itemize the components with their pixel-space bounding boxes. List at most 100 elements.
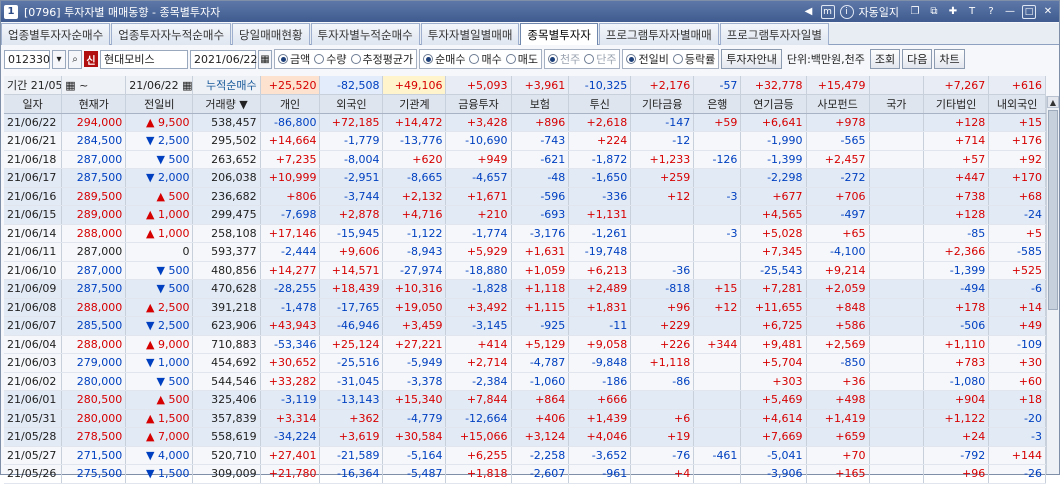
date-cell: 21/06/08 — [4, 298, 63, 317]
tab-2[interactable]: 업종투자자누적순매수 — [111, 23, 232, 45]
column-header[interactable]: 국가 — [869, 94, 925, 114]
stock-code-input[interactable]: 012330 — [4, 49, 50, 69]
table-row[interactable]: 21/06/14 288,000 ▲ 1,000 258,108 +17,146 -15,… — [4, 224, 1046, 243]
close-icon[interactable]: ✕ — [1041, 5, 1055, 19]
value-cell: +5 — [988, 224, 1046, 243]
table-row[interactable]: 21/06/17 287,500 ▼ 2,000 206,038 +10,999 -2,9… — [4, 168, 1046, 188]
calendar-icon[interactable]: ▦ ~ — [65, 79, 88, 92]
search-icon[interactable]: ⌕ — [68, 49, 82, 69]
table-row[interactable]: 21/06/01 280,500 ▲ 500 325,406 -3,119 -13,143… — [4, 390, 1046, 410]
column-header[interactable]: 내외국인 — [988, 94, 1046, 114]
radio-option[interactable]: 금액 — [278, 51, 310, 67]
column-header[interactable]: 기관계 — [382, 94, 447, 114]
calendar-icon[interactable]: ▦ — [179, 79, 192, 92]
column-header[interactable]: 금융투자 — [445, 94, 512, 114]
copy-icon[interactable]: ❐ — [908, 5, 922, 19]
tab-5[interactable]: 투자자별일별매매 — [420, 23, 520, 45]
maximize-icon[interactable]: □ — [1022, 4, 1036, 19]
down-arrow-icon: ▼ — [156, 282, 169, 296]
menu-box-icon[interactable]: m — [820, 4, 835, 19]
radio-option[interactable]: 등락률 — [672, 51, 715, 67]
date-cell: 21/06/21 — [4, 131, 63, 151]
autosave-label[interactable]: 자동일지 — [859, 4, 899, 20]
tab-7[interactable]: 프로그램투자자별매매 — [598, 23, 719, 45]
minimize-icon[interactable]: — — [1003, 5, 1017, 19]
date-input[interactable]: 2021/06/22 — [190, 49, 257, 69]
column-header[interactable]: 기타법인 — [923, 94, 990, 114]
radio-option[interactable]: 수량 — [314, 51, 347, 67]
change-cell: ▲ 7,000 — [125, 427, 194, 447]
change-value: 7,000 — [157, 430, 190, 444]
radio-option[interactable]: 전일비 — [626, 51, 669, 67]
table-row[interactable]: 21/05/26 275,500 ▼ 1,500 309,009 +21,780 -16,… — [4, 464, 1046, 484]
investor-guide-button[interactable]: 투자자안내 — [721, 49, 782, 69]
column-header[interactable]: 사모펀드 — [806, 94, 870, 114]
radio-option[interactable]: 매수 — [469, 51, 502, 67]
help-icon[interactable]: ? — [984, 5, 998, 19]
dropdown-icon[interactable]: ▾ — [52, 49, 66, 69]
value-cell: +10,999 — [260, 168, 321, 188]
link-icon[interactable]: ⧉ — [927, 5, 941, 19]
table-row[interactable]: 21/06/08 288,000 ▲ 2,500 391,218 -1,478 -17,7… — [4, 298, 1046, 317]
stock-name-field[interactable]: 현대모비스 — [100, 49, 188, 69]
table-row[interactable]: 21/06/04 288,000 ▲ 9,000 710,883 -53,346 +25,… — [4, 335, 1046, 354]
column-header[interactable]: 거래량 ▼ — [192, 94, 261, 114]
change-value: 1,500 — [157, 411, 190, 425]
next-button[interactable]: 다음 — [902, 49, 933, 69]
radio-option[interactable]: 매도 — [505, 51, 538, 67]
period-from-input[interactable]: 21/05/22 — [27, 79, 61, 92]
change-cell: ▼ 2,500 — [125, 316, 194, 336]
value-cell: +170 — [988, 168, 1046, 188]
column-header[interactable]: 전일비 — [125, 94, 194, 114]
table-row[interactable]: 21/05/27 271,500 ▼ 4,000 520,710 +27,401 -21,… — [4, 446, 1046, 465]
table-row[interactable]: 21/05/31 280,000 ▲ 1,500 357,839 +3,314 +362-… — [4, 409, 1046, 428]
table-row[interactable]: 21/06/09 287,500 ▼ 500 470,628 -28,255 +18,43… — [4, 279, 1046, 299]
period-to-input[interactable]: 21/06/22 — [129, 79, 178, 92]
calendar-icon[interactable]: ▦ — [258, 49, 272, 69]
column-header[interactable]: 기타금융 — [630, 94, 695, 114]
column-header[interactable]: 연기금등 — [740, 94, 807, 114]
prev-icon[interactable]: ◀ — [802, 5, 816, 19]
column-header[interactable]: 은행 — [693, 94, 742, 114]
table-row[interactable]: 21/06/10 287,000 ▼ 500 480,856 +14,277 +14,57… — [4, 261, 1046, 280]
tab-1[interactable]: 업종별투자자순매수 — [1, 23, 111, 45]
column-header[interactable]: 일자 — [4, 94, 63, 114]
table-row[interactable]: 21/06/16 289,500 ▲ 500 236,682 +806 -3,744 +2,… — [4, 187, 1046, 206]
table-row[interactable]: 21/06/18 287,000 ▼ 500 263,652 +7,235 -8,004 +… — [4, 150, 1046, 169]
value-cell: -3,906 — [740, 464, 807, 484]
change-cell: ▼ 500 — [125, 372, 194, 391]
column-header[interactable]: 개인 — [260, 94, 321, 114]
info-icon[interactable]: i — [839, 4, 854, 19]
table-row[interactable]: 21/06/11 287,000 0 593,377 -2,444 +9,606 -8,94… — [4, 242, 1046, 262]
value-cell: +10,316 — [382, 279, 447, 299]
tab-6[interactable]: 종목별투자자 — [520, 23, 598, 45]
pin-icon[interactable]: ✚ — [946, 5, 960, 19]
table-row[interactable]: 21/06/03 279,000 ▼ 1,000 454,692 +30,652 -25,… — [4, 353, 1046, 373]
value-cell: +7,281 — [740, 279, 807, 299]
column-header[interactable]: 외국인 — [319, 94, 384, 114]
tab-4[interactable]: 투자자별누적순매수 — [310, 23, 420, 45]
value-cell: -818 — [630, 279, 695, 299]
radio-option[interactable]: 추정평균가 — [350, 51, 413, 67]
table-row[interactable]: 21/06/22 294,000 ▲ 9,500 538,457 -86,800 +72,… — [4, 113, 1046, 132]
font-icon[interactable]: T — [965, 5, 979, 19]
table-row[interactable]: 21/05/28 278,500 ▲ 7,000 558,619 -34,224 +3,6… — [4, 427, 1046, 447]
up-arrow-icon: ▲ — [145, 208, 158, 222]
vertical-scrollbar[interactable]: ▲ — [1046, 96, 1059, 474]
table-row[interactable]: 21/06/02 280,000 ▼ 500 544,546 +33,282 -31,04… — [4, 372, 1046, 391]
scroll-up-icon[interactable]: ▲ — [1047, 96, 1059, 108]
value-cell: +864 — [511, 390, 570, 410]
tab-3[interactable]: 당일매매현황 — [232, 23, 310, 45]
tab-8[interactable]: 프로그램투자자일별 — [719, 23, 829, 45]
column-header[interactable]: 보험 — [511, 94, 570, 114]
column-header[interactable]: 현재가 — [61, 94, 127, 114]
query-button[interactable]: 조회 — [869, 49, 901, 69]
column-header[interactable]: 투신 — [568, 94, 632, 114]
value-cell: -1,774 — [445, 224, 512, 243]
chart-button[interactable]: 차트 — [934, 49, 965, 69]
scroll-thumb[interactable] — [1048, 110, 1058, 310]
table-row[interactable]: 21/06/21 284,500 ▼ 2,500 295,502 +14,664 -1,7… — [4, 131, 1046, 151]
table-row[interactable]: 21/06/07 285,500 ▼ 2,500 623,906 +43,943 -46,… — [4, 316, 1046, 336]
radio-option[interactable]: 순매수 — [423, 51, 465, 67]
table-row[interactable]: 21/06/15 289,000 ▲ 1,000 299,475 -7,698 +2,87… — [4, 205, 1046, 225]
